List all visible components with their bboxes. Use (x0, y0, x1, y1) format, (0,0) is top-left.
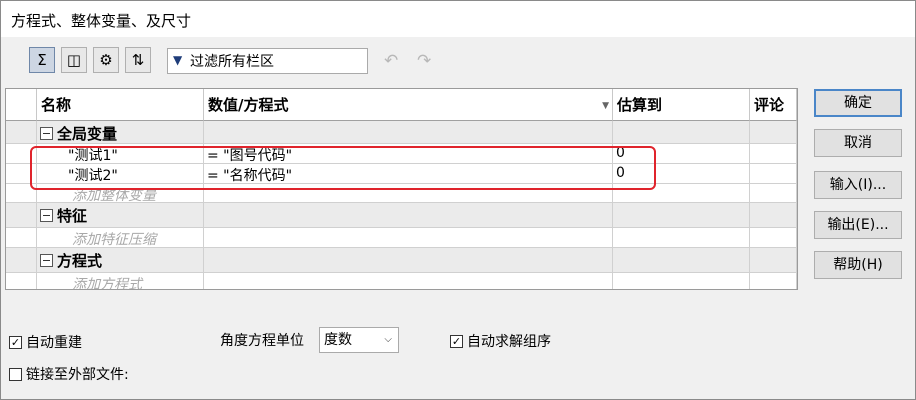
auto-rebuild-checkbox[interactable]: ✓ 自动重建 (9, 332, 82, 352)
equations-grid: 名称 数值/方程式 ▼ 估算到 评论 全局变量 "测试1" = "图号代码" 0… (5, 88, 798, 290)
collapse-icon[interactable] (40, 127, 53, 140)
filter-icon: ▼ (173, 53, 183, 67)
col-header-value-label: 数值/方程式 (208, 96, 289, 114)
chevron-down-icon: ⌵ (384, 334, 392, 345)
angle-unit-value: 度数 (324, 332, 352, 348)
auto-rebuild-label: 自动重建 (26, 335, 82, 351)
auto-solve-order-checkbox[interactable]: ✓ 自动求解组序 (450, 331, 551, 351)
variable-estimate: 0 (616, 165, 625, 181)
checkbox-checked-icon[interactable]: ✓ (450, 334, 463, 348)
group-row-global-variables[interactable]: 全局变量 (6, 121, 797, 144)
group-row-features[interactable]: 特征 (6, 203, 797, 228)
title-bar: 方程式、整体变量、及尺寸 (1, 1, 915, 37)
angle-unit-select[interactable]: 度数 ⌵ (319, 327, 399, 353)
import-button[interactable]: 输入(I)... (814, 171, 902, 199)
group-row-equations[interactable]: 方程式 (6, 248, 797, 273)
variable-name[interactable]: "测试1" (68, 145, 118, 165)
auto-solve-order-label: 自动求解组序 (467, 334, 551, 350)
help-button[interactable]: 帮助(H) (814, 251, 902, 279)
add-row[interactable]: 添加方程式 (6, 273, 797, 289)
ok-button[interactable]: 确定 (814, 89, 902, 117)
filter-box: ▼ (167, 48, 368, 74)
equations-dialog: 方程式、整体变量、及尺寸 Σ ◫ ⚙ ⇅ ▼ ↶ ↷ 名称 数值/方程式 ▼ 估… (0, 0, 916, 400)
filter-input[interactable] (190, 51, 362, 71)
checkbox-checked-icon[interactable]: ✓ (9, 335, 22, 349)
view-dimensions-icon[interactable]: ◫ (61, 47, 87, 73)
add-row[interactable]: 添加整体变量 (6, 184, 797, 205)
variable-name[interactable]: "测试2" (68, 165, 118, 185)
link-external-label: 链接至外部文件: (26, 367, 129, 383)
col-header-estimate[interactable]: 估算到 (613, 89, 750, 121)
collapse-icon[interactable] (40, 254, 53, 267)
sigma-icon[interactable]: Σ (29, 47, 55, 73)
add-row[interactable]: 添加特征压缩 (6, 228, 797, 248)
add-global-variable-hint[interactable]: 添加整体变量 (72, 185, 156, 205)
cancel-button[interactable]: 取消 (814, 129, 902, 157)
variable-value[interactable]: = "图号代码" (207, 145, 292, 165)
col-header-name[interactable]: 名称 (37, 89, 204, 121)
undo-icon[interactable]: ↶ (384, 51, 398, 71)
link-external-checkbox[interactable]: 链接至外部文件: (9, 364, 129, 384)
redo-icon[interactable]: ↷ (417, 51, 431, 71)
dependency-view-icon[interactable]: ⚙ (93, 47, 119, 73)
variable-estimate: 0 (616, 145, 625, 161)
row-header-corner (6, 89, 37, 121)
export-button[interactable]: 输出(E)... (814, 211, 902, 239)
angle-unit-label: 角度方程单位 (220, 333, 304, 349)
checkbox-unchecked-icon[interactable] (9, 367, 22, 381)
col-header-value[interactable]: 数值/方程式 ▼ (204, 89, 613, 121)
col-header-comment[interactable]: 评论 (750, 89, 797, 121)
sort-arrow-icon[interactable]: ▼ (602, 90, 609, 122)
group-label: 方程式 (57, 252, 103, 270)
add-feature-suppression-hint[interactable]: 添加特征压缩 (72, 229, 156, 249)
group-label: 特征 (57, 207, 88, 225)
collapse-icon[interactable] (40, 209, 53, 222)
window-title: 方程式、整体变量、及尺寸 (11, 12, 192, 30)
sort-order-icon[interactable]: ⇅ (125, 47, 151, 73)
table-row[interactable]: "测试2" = "名称代码" 0 (6, 164, 797, 184)
variable-value[interactable]: = "名称代码" (207, 165, 292, 185)
table-row[interactable]: "测试1" = "图号代码" 0 (6, 144, 797, 164)
add-equation-hint[interactable]: 添加方程式 (72, 274, 142, 289)
group-label: 全局变量 (57, 125, 118, 143)
